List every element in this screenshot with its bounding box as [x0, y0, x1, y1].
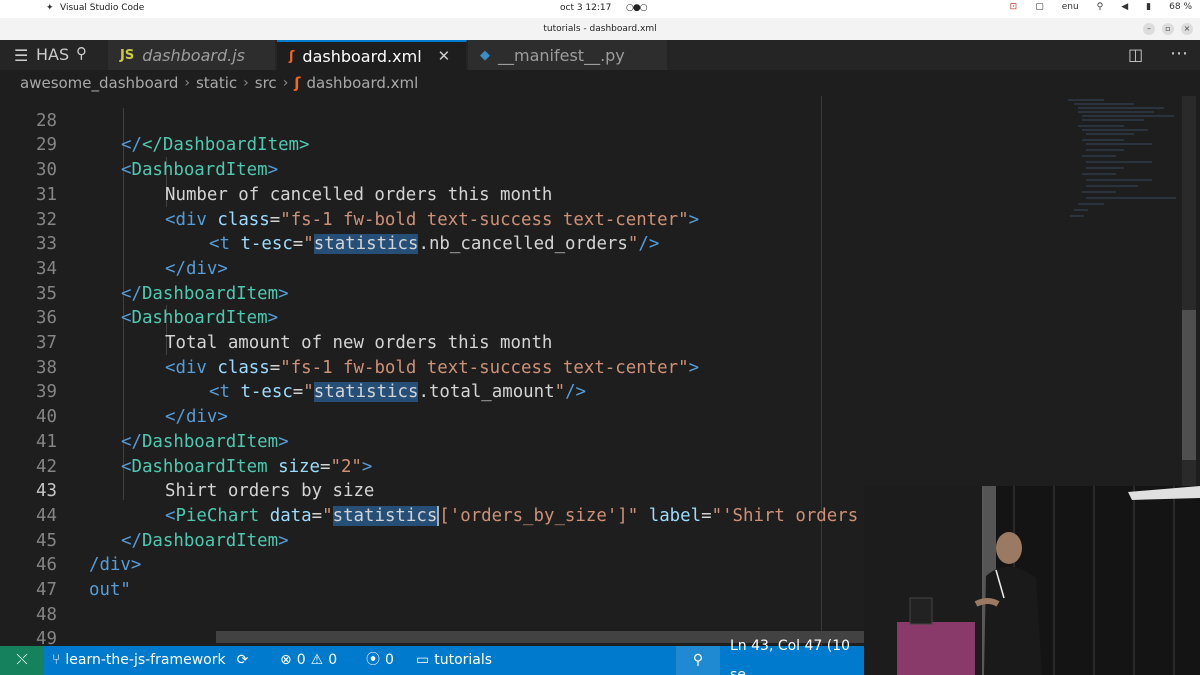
maximize-button[interactable]: ▫ — [1162, 23, 1174, 35]
minimize-button[interactable]: – — [1143, 23, 1155, 35]
tab-label: dashboard.js — [142, 45, 245, 65]
tab-dashboard-xml[interactable]: ʃ dashboard.xml ✕ — [277, 40, 467, 70]
active-app-menu[interactable]: ✦ Visual Studio Code — [46, 3, 144, 13]
tab-dashboard-js[interactable]: JS dashboard.js — [108, 40, 276, 70]
sync-icon[interactable]: ⟳ — [237, 646, 249, 675]
code-line: 41 <DashboardItem size="2"> — [36, 431, 373, 477]
status-bar: ⤬ ⑂ learn-the-js-framework ⟳ ⊗ 0 ⚠ 0 ⦿ 0… — [0, 638, 864, 675]
breadcrumb-item[interactable]: awesome_dashboard — [20, 74, 178, 92]
code-line: 28 </</DashboardItem> — [36, 110, 310, 156]
code-line: 32 <t t-esc="statistics.nb_cancelled_ord… — [36, 209, 660, 255]
chevron-right-icon: › — [243, 75, 249, 91]
keyboard-layout[interactable]: enu — [1062, 2, 1079, 12]
code-line: 37 <div class="fs-1 fw-bold text-success… — [36, 333, 700, 378]
code-line-current: 43 <PieChart data="statistics ['orders_by… — [36, 481, 984, 526]
webcam-video-overlay — [864, 486, 1200, 675]
code-line: 35 <DashboardItem> — [36, 283, 279, 329]
system-top-bar: ✦ Visual Studio Code oct 3 12:17 ○●○ ⊡ ▢… — [0, 0, 1200, 18]
js-icon: JS — [120, 47, 135, 63]
minimap[interactable] — [1064, 96, 1180, 226]
code-line: 30 Number of cancelled orders this month — [36, 160, 553, 205]
status-ports[interactable]: ⦿ 0 — [366, 646, 394, 675]
tab-label: dashboard.xml — [302, 46, 422, 66]
vscode-icon: ✦ — [46, 3, 54, 13]
remote-indicator-icon[interactable]: ⤬ — [0, 646, 44, 675]
code-line: 31 <div class="fs-1 fw-bold text-success… — [36, 184, 700, 230]
warning-icon: ⚠ — [310, 652, 324, 668]
status-folder[interactable]: ▭ tutorials — [416, 646, 492, 675]
split-editor-icon[interactable]: ◫ — [1128, 45, 1143, 64]
close-window-button[interactable]: × — [1181, 23, 1193, 35]
close-tab-icon[interactable]: ✕ — [438, 47, 451, 65]
more-actions-icon[interactable]: ⋯ — [1170, 43, 1188, 64]
rss-icon: ʃ — [289, 48, 295, 64]
breadcrumb-item[interactable]: dashboard.xml — [307, 74, 419, 92]
broadcast-icon: ⦿ — [366, 652, 380, 668]
code-line: 36 Total amount of new orders this month — [36, 308, 553, 353]
python-icon: ◆ — [480, 47, 490, 63]
window-title-bar[interactable]: tutorials - dashboard.xml – ▫ × — [0, 18, 1200, 40]
rss-icon: ʃ — [294, 74, 301, 92]
code-line: 39 </div> — [36, 382, 228, 428]
tab-has-label[interactable]: HAS — [36, 45, 69, 64]
zoom-icon[interactable]: ⚲ — [676, 646, 720, 675]
window-title: tutorials - dashboard.xml — [543, 24, 657, 34]
code-line: 40 </DashboardItem> — [36, 407, 289, 452]
error-icon: ⊗ — [280, 652, 292, 668]
menu-icon[interactable]: ☰ — [14, 46, 28, 65]
status-cursor-position[interactable]: Ln 43, Col 47 (10 se — [730, 638, 864, 675]
breadcrumb: awesome_dashboard › static › src › ʃ das… — [0, 70, 1200, 96]
scrollbar-thumb[interactable] — [1182, 310, 1196, 460]
editor-tab-bar: ☰ HAS ⚲ JS dashboard.js ʃ dashboard.xml … — [0, 40, 1200, 70]
active-app-name: Visual Studio Code — [60, 3, 145, 13]
tab-manifest-py[interactable]: ◆ __manifest__.py — [468, 40, 668, 70]
battery-icon[interactable]: ▮ — [1146, 2, 1151, 12]
pin-icon[interactable]: ⚲ — [76, 44, 87, 62]
status-branch[interactable]: ⑂ learn-the-js-framework ⟳ — [52, 646, 248, 675]
system-tray[interactable]: ⊡ ▢ enu ⚲ ◀ ▮ 68 % — [1010, 2, 1192, 12]
git-branch-icon: ⑂ — [52, 652, 61, 668]
code-line: 33 </div> — [36, 234, 228, 279]
code-line: 42 Shirt orders by size — [36, 456, 375, 502]
network-icon[interactable]: ⚲ — [1097, 2, 1104, 12]
volume-icon[interactable]: ◀ — [1121, 2, 1128, 12]
code-line: 34 </DashboardItem> — [36, 258, 289, 304]
chevron-right-icon: › — [282, 75, 289, 91]
battery-level: 68 % — [1169, 2, 1192, 12]
breadcrumb-item[interactable]: static — [196, 74, 237, 92]
code-line: 29 <DashboardItem> — [36, 135, 279, 181]
breadcrumb-item[interactable]: src — [255, 74, 277, 92]
tab-label: __manifest__.py — [498, 45, 625, 65]
app-indicator-icon[interactable]: ▢ — [1035, 2, 1044, 12]
chevron-right-icon: › — [184, 75, 190, 91]
folder-icon: ▭ — [416, 652, 430, 668]
clock[interactable]: oct 3 12:17 — [560, 3, 611, 13]
status-problems[interactable]: ⊗ 0 ⚠ 0 — [280, 646, 337, 675]
code-line: 38 <t t-esc="statistics.total_amount"/> — [36, 357, 587, 403]
workspace-indicator[interactable]: ○●○ — [626, 3, 648, 13]
screenshot-icon[interactable]: ⊡ — [1010, 2, 1018, 12]
